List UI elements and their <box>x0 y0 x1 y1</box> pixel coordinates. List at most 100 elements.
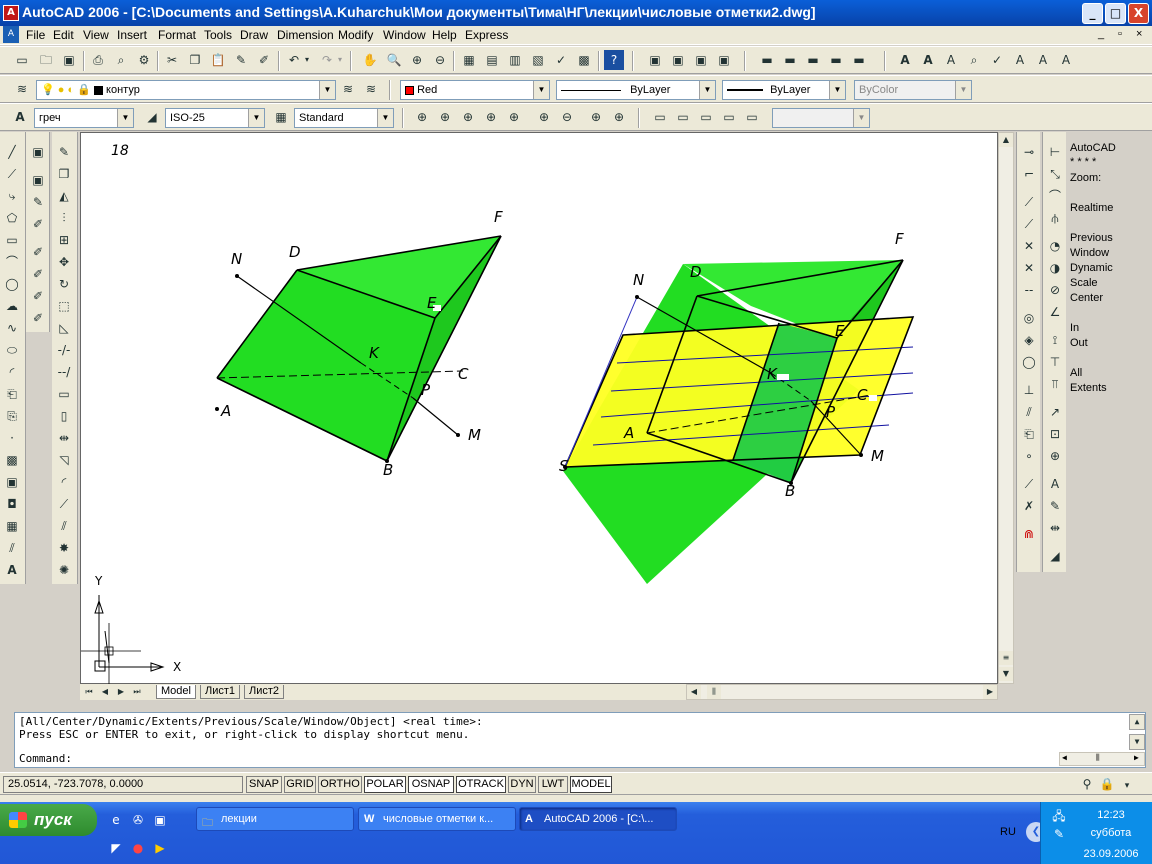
dim-jogged-icon[interactable]: ◑ <box>1045 258 1065 278</box>
arc-icon[interactable]: ⌒ <box>2 252 22 272</box>
zoom-window-icon[interactable]: ⊕ <box>412 107 432 127</box>
menu-express[interactable]: Express <box>465 28 508 42</box>
communication-center-icon[interactable]: ⚲ <box>1078 774 1096 792</box>
break-icon[interactable]: ▯ <box>54 406 74 426</box>
clock-time[interactable]: 12:23 <box>1071 809 1151 821</box>
text-style-combo[interactable]: греч ▼ <box>34 108 134 128</box>
calculator-icon[interactable]: ▩ <box>574 50 594 70</box>
cmd-scroll-right-icon[interactable]: ▶ <box>1134 753 1139 762</box>
block-attribute-icon[interactable]: ▣ <box>28 170 48 190</box>
qnew-icon[interactable]: ▭ <box>12 50 32 70</box>
snap-perpendicular-icon[interactable]: ⊥ <box>1019 380 1039 400</box>
tolerance-icon[interactable]: ⊡ <box>1045 424 1065 444</box>
dim-edit-icon[interactable]: ▬ <box>849 50 869 70</box>
doc-restore-button[interactable]: ▫ <box>1118 28 1122 40</box>
move-icon[interactable]: ✥ <box>54 252 74 272</box>
fillet-icon[interactable]: ◜ <box>54 472 74 492</box>
drawing-horizontal-scrollbar[interactable]: ◀ ⫼ ▶ <box>686 684 998 700</box>
document-icon[interactable]: A <box>3 26 19 43</box>
cmd-horizontal-scrollbar[interactable]: ◀ ⫼ ▶ <box>1059 752 1145 766</box>
ellipse-icon[interactable]: ⬭ <box>2 340 22 360</box>
status-tray-menu-icon[interactable]: ▾ <box>1120 776 1134 792</box>
rectangle-icon[interactable]: ▭ <box>2 230 22 250</box>
array-icon[interactable]: ⊞ <box>54 230 74 250</box>
layer-properties-icon[interactable]: ≋ <box>12 79 32 99</box>
command-prompt[interactable]: Command: <box>19 752 72 765</box>
break-at-point-icon[interactable]: ▭ <box>54 384 74 404</box>
menu-window[interactable]: Window <box>383 28 426 42</box>
save-icon[interactable]: ▣ <box>59 50 79 70</box>
zoom-all-icon[interactable]: ⊕ <box>586 107 606 127</box>
cmd-scroll-down-icon[interactable]: ▼ <box>1129 734 1145 750</box>
open-folder-icon[interactable]: 🗀 <box>36 50 56 70</box>
make-block-icon[interactable]: ⎘ <box>2 406 22 426</box>
polygon-icon[interactable]: ⬠ <box>2 208 22 228</box>
spell-check-icon[interactable]: ✓ <box>987 50 1007 70</box>
doc-close-button[interactable]: × <box>1136 28 1142 40</box>
task-folder[interactable]: 🗀 лекции <box>196 807 354 831</box>
dim-edit-vert-icon[interactable]: A <box>1045 474 1065 494</box>
dim-baseline-vert-icon[interactable]: ⊤ <box>1045 352 1065 372</box>
chevron-down-icon[interactable]: ▼ <box>533 81 549 99</box>
cmd-scroll-thumb[interactable]: ⫼ <box>1096 753 1100 763</box>
eyedropper-icon[interactable]: ✐ <box>28 286 48 306</box>
zoom-previous-icon[interactable]: ⊖ <box>430 50 450 70</box>
task-word[interactable]: W числовые отметки к... <box>358 807 516 831</box>
quicklaunch-icon-3[interactable]: ▣ <box>150 810 170 830</box>
point-icon[interactable]: · <box>2 428 22 448</box>
dim-baseline-icon[interactable]: ▬ <box>780 50 800 70</box>
undo-dropdown-icon[interactable]: ▾ <box>302 50 312 70</box>
grid-toggle[interactable]: GRID <box>284 776 316 793</box>
gradient-icon[interactable]: ▣ <box>2 472 22 492</box>
zoom-center-icon[interactable]: ⊕ <box>481 107 501 127</box>
region-icon[interactable]: ◘ <box>2 494 22 514</box>
autocad-app-icon[interactable]: A <box>3 5 19 21</box>
menu-file[interactable]: File <box>26 28 45 42</box>
polar-toggle[interactable]: POLAR <box>364 776 406 793</box>
drawing-area[interactable]: 18 N D F E K C P A M B N D F E K C P A M… <box>80 132 998 685</box>
quicklaunch-icon-4[interactable]: ◤ <box>106 838 126 858</box>
tool-palettes-icon[interactable]: ▥ <box>505 50 525 70</box>
temp-tracking-icon[interactable]: ⊸ <box>1019 142 1039 162</box>
justify-text-icon[interactable]: A <box>1056 50 1076 70</box>
dim-diameter-icon[interactable]: ⊘ <box>1045 280 1065 300</box>
toolbar-lock-icon[interactable]: 🔒 <box>1098 774 1116 792</box>
brush-icon[interactable]: ✐ <box>28 214 48 234</box>
edit-block-icon[interactable]: ✐ <box>28 264 48 284</box>
minimize-button[interactable]: _ <box>1082 3 1103 24</box>
snap-quadrant-icon[interactable]: ◈ <box>1019 330 1039 350</box>
menu-edit[interactable]: Edit <box>53 28 74 42</box>
dim-linear-vert-icon[interactable]: ⊢ <box>1045 142 1065 162</box>
circle-icon[interactable]: ◯ <box>2 274 22 294</box>
chevron-down-icon[interactable]: ▼ <box>829 81 845 99</box>
text-style-icon[interactable]: A <box>1010 50 1030 70</box>
dim-update-icon[interactable]: ⇹ <box>1045 518 1065 538</box>
scale-text-icon[interactable]: A <box>1033 50 1053 70</box>
menu-format[interactable]: Format <box>158 28 196 42</box>
model-toggle[interactable]: MODEL <box>570 776 612 793</box>
chevron-down-icon[interactable]: ▼ <box>699 81 715 99</box>
refedit-icon[interactable]: ▣ <box>668 50 688 70</box>
snap-apparent-intersection-icon[interactable]: ✕ <box>1019 258 1039 278</box>
redo-icon[interactable]: ↷ <box>317 50 337 70</box>
dim-style-vert-icon[interactable]: ◢ <box>1045 546 1065 566</box>
menu-help[interactable]: Help <box>432 28 457 42</box>
tab-list1[interactable]: Лист1 <box>200 685 241 699</box>
redo-dropdown-icon[interactable]: ▾ <box>335 50 345 70</box>
xref-icon[interactable]: ▣ <box>714 50 734 70</box>
scroll-up-icon[interactable]: ▲ <box>999 133 1013 147</box>
menu-insert[interactable]: Insert <box>117 28 147 42</box>
stretch-icon[interactable]: ◺ <box>54 318 74 338</box>
zoom-in-icon[interactable]: ⊕ <box>534 107 554 127</box>
scroll-thumb[interactable]: ≡ <box>999 651 1013 665</box>
dim-continue-vert-icon[interactable]: ⫪ <box>1045 374 1065 394</box>
opera-quicklaunch-icon[interactable]: ● <box>128 838 148 858</box>
snap-endpoint-icon[interactable]: ⟋ <box>1019 192 1039 212</box>
ie-quicklaunch-icon[interactable]: e <box>106 810 126 830</box>
zoom-dynamic-icon[interactable]: ⊕ <box>435 107 455 127</box>
cut-icon[interactable]: ✂ <box>162 50 182 70</box>
ellipse-arc-icon[interactable]: ◜ <box>2 362 22 382</box>
edit-attribute-icon[interactable]: ✐ <box>28 242 48 262</box>
lineweight-combo[interactable]: ByLayer ▼ <box>722 80 846 100</box>
snap-from-icon[interactable]: ⌐ <box>1019 164 1039 184</box>
